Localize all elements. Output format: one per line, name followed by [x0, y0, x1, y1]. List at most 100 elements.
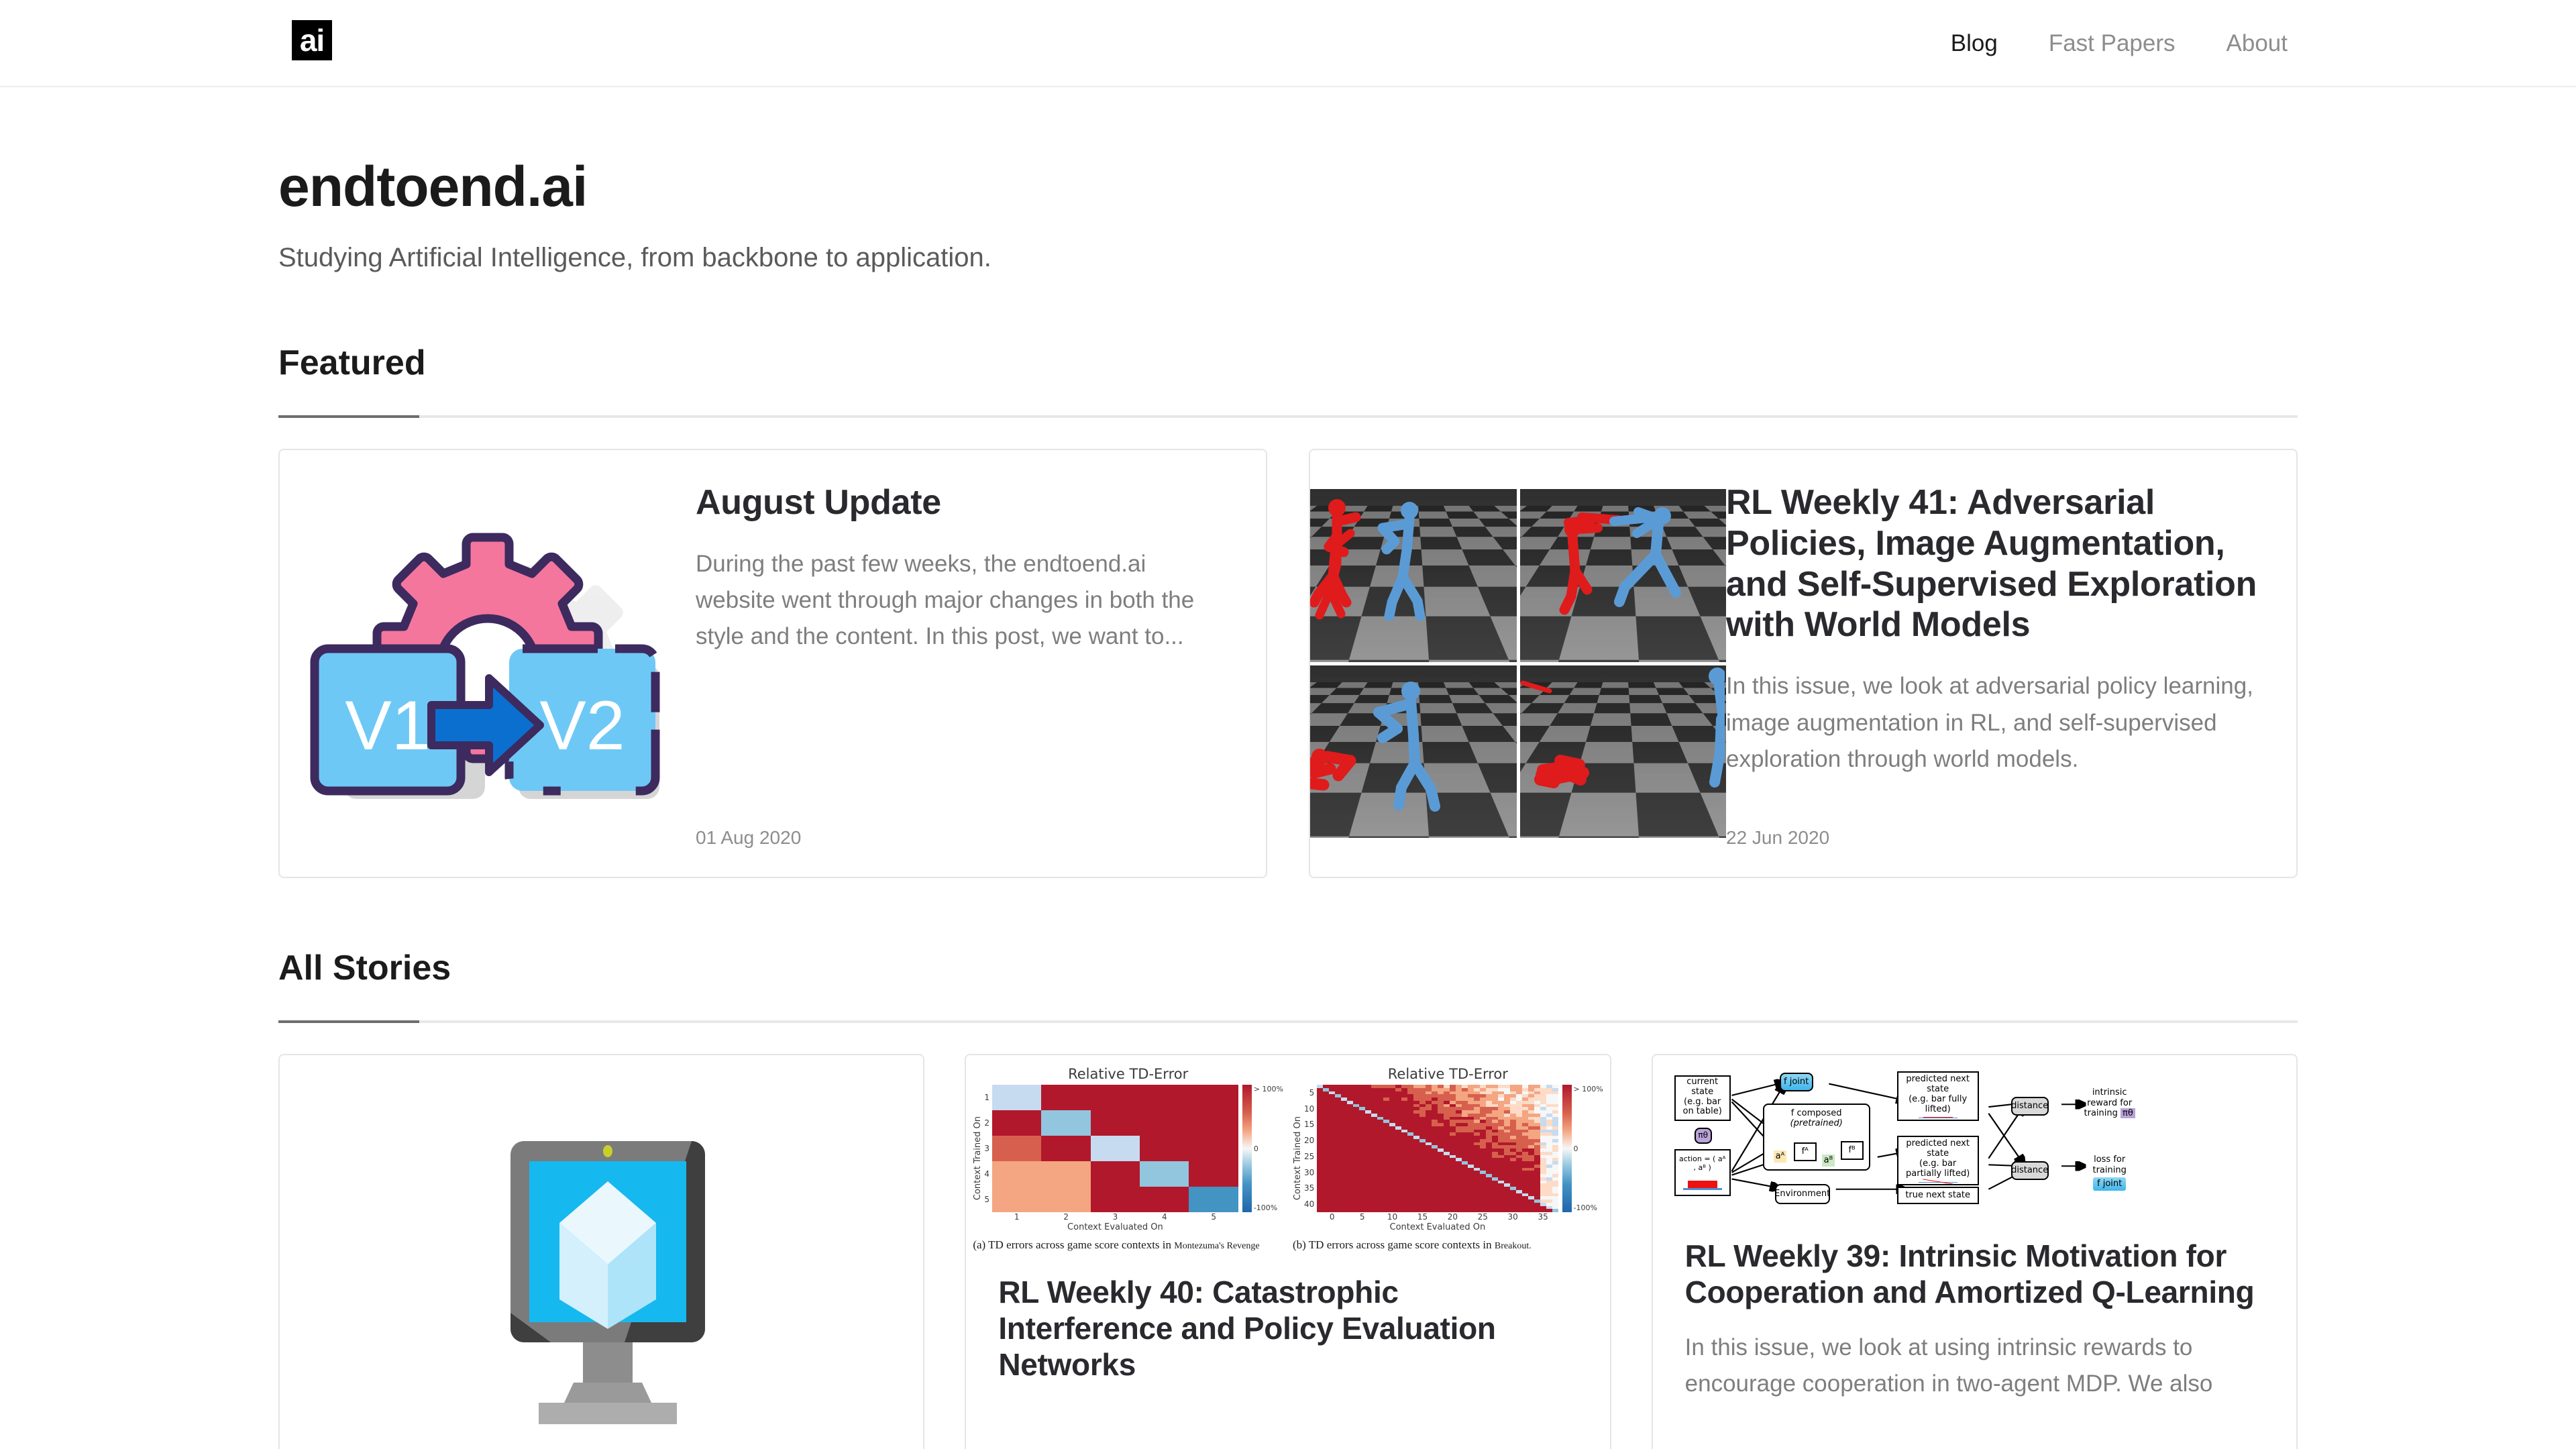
story-card-rl-weekly-39[interactable]: current state (e.g. bar on table) πθ act… [1652, 1054, 2298, 1449]
mujoco-humanoid-adversary-grid [1310, 450, 1726, 877]
card-date: 22 Jun 2020 [1726, 827, 2259, 849]
heatmap-b-yticks: 5 10 15 20 25 30 35 40 [1304, 1085, 1317, 1212]
monitor-icon [414, 1082, 790, 1449]
heatmap-b-ylabel: Context Trained On [1293, 1116, 1303, 1200]
heatmap-cell [992, 1110, 1041, 1136]
heatmap-a-yticks: 1 2 3 4 5 [984, 1085, 992, 1212]
humanoid-red-down-blue-standing [1310, 665, 1515, 839]
heatmap-a-colorbar [1242, 1085, 1252, 1212]
policy-box: πθ [1695, 1128, 1712, 1144]
predicted-next-state-partial-box: predicted next state (e.g. bar partially… [1897, 1136, 1979, 1185]
story-title[interactable]: RL Weekly 40: Catastrophic Interference … [998, 1274, 1577, 1383]
page-container: endtoend.ai Studying Artificial Intellig… [278, 154, 2298, 1449]
story-card-rl-weekly-40[interactable]: Relative TD-Error Context Trained On 1 2… [965, 1054, 1611, 1449]
featured-card-rl-weekly-41[interactable]: RL Weekly 41: Adversarial Policies, Imag… [1309, 449, 2298, 878]
version-to-label: V2 [539, 687, 625, 765]
heatmap-a-ylabel: Context Trained On [973, 1116, 983, 1200]
heatmap-cell [1091, 1085, 1140, 1110]
heatmap-cell [992, 1085, 1041, 1110]
featured-grid: V1 V2 August Update During the past few … [278, 449, 2298, 878]
action-b-label: aᴮ [1822, 1155, 1835, 1167]
nav-link-fast-papers[interactable]: Fast Papers [2049, 30, 2176, 57]
monitor-cube-illustration [280, 1055, 923, 1449]
heatmap-panel-a: Relative TD-Error Context Trained On 1 2… [973, 1066, 1283, 1252]
heatmap-b-colorbar [1562, 1085, 1572, 1212]
heatmap-a-grid [992, 1085, 1238, 1212]
heatmap-cell [1189, 1110, 1238, 1136]
predicted-next-state-full-box: predicted next state (e.g. bar fully lif… [1897, 1071, 1979, 1121]
version-upgrade-gear-illustration: V1 V2 [280, 450, 696, 877]
featured-divider [278, 415, 2298, 418]
f-joint-box: f joint [1780, 1073, 1813, 1091]
heatmap-cell [1189, 1136, 1238, 1161]
true-next-state-box: true next state [1897, 1187, 1979, 1204]
heatmap-b-title: Relative TD-Error [1293, 1066, 1603, 1082]
heatmap-cell [1041, 1085, 1090, 1110]
environment-box: Environment [1775, 1184, 1830, 1204]
td-error-figure: Relative TD-Error Context Trained On 1 2… [966, 1055, 1609, 1252]
action-a-label: aᴬ [1774, 1150, 1787, 1163]
heatmap-a-colorbar-labels: > 100% 0 -100% [1254, 1085, 1283, 1212]
heatmap-b-xlabel: Context Evaluated On [1317, 1222, 1558, 1232]
all-stories-heading: All Stories [278, 948, 2298, 988]
story-card-monitor[interactable] [278, 1054, 924, 1449]
heatmap-cell [1140, 1187, 1189, 1212]
distance-box-1: distance [2011, 1097, 2049, 1116]
heatmap-panel-b: Relative TD-Error Context Trained On 5 1… [1293, 1066, 1603, 1252]
humanoid-red-blue-2 [1520, 489, 1725, 662]
humanoid-red-collapsed-blue-edge [1520, 665, 1725, 839]
heatmap-a-xticks: 1 2 3 4 5 [992, 1212, 1238, 1222]
heatmap-cell [1140, 1085, 1189, 1110]
loss-label: loss for training f joint [2073, 1155, 2147, 1191]
card-excerpt: In this issue, we look at adversarial po… [1726, 668, 2259, 777]
heatmap-cell [1091, 1161, 1140, 1187]
nav-link-about[interactable]: About [2226, 30, 2288, 57]
page-tagline: Studying Artificial Intelligence, from b… [278, 243, 2298, 273]
top-navbar: ai Blog Fast Papers About [0, 0, 2576, 87]
heatmap-b-xticks: 0 5 10 15 20 25 30 35 [1317, 1212, 1558, 1222]
world-model-figure: current state (e.g. bar on table) πθ act… [1662, 1062, 2287, 1216]
version-from-label: V1 [345, 687, 430, 765]
heatmap-cell [1189, 1187, 1238, 1212]
all-stories-divider [278, 1020, 2298, 1023]
heatmap-cell [1041, 1136, 1090, 1161]
heatmap-cell [992, 1161, 1041, 1187]
card-title[interactable]: August Update [696, 482, 1228, 523]
action-box: action = ( aᴬ , aᴮ ) [1674, 1149, 1731, 1196]
mujoco-tile-grid [1310, 489, 1726, 838]
heatmap-cell [1140, 1161, 1189, 1187]
heatmap-cell [1041, 1161, 1090, 1187]
featured-card-body: August Update During the past few weeks,… [696, 450, 1266, 877]
site-logo[interactable]: ai [292, 20, 332, 60]
story-card-body: RL Weekly 39: Intrinsic Motivation for C… [1653, 1216, 2296, 1429]
heatmap-cell [992, 1187, 1041, 1212]
card-title[interactable]: RL Weekly 41: Adversarial Policies, Imag… [1726, 482, 2259, 645]
card-date: 01 Aug 2020 [696, 827, 1228, 849]
f-a-box: fᴬ [1794, 1142, 1817, 1161]
heatmap-cell [1140, 1110, 1189, 1136]
all-stories-grid: Relative TD-Error Context Trained On 1 2… [278, 1054, 2298, 1449]
heatmap-a-caption: (a) TD errors across game score contexts… [973, 1238, 1283, 1252]
heatmap-cell [1140, 1136, 1189, 1161]
td-error-heatmaps: Relative TD-Error Context Trained On 1 2… [966, 1055, 1609, 1252]
heatmap-cell [1091, 1110, 1140, 1136]
heatmap-cell [1091, 1136, 1140, 1161]
nav-link-blog[interactable]: Blog [1951, 30, 1998, 57]
heatmap-cell [1189, 1161, 1238, 1187]
page-title: endtoend.ai [278, 154, 2298, 219]
f-b-box: fᴮ [1841, 1141, 1864, 1160]
heatmap-b-caption: (b) TD errors across game score contexts… [1293, 1238, 1603, 1252]
featured-card-body: RL Weekly 41: Adversarial Policies, Imag… [1726, 450, 2296, 877]
current-state-box: current state (e.g. bar on table) [1674, 1075, 1731, 1121]
heatmap-b-grid [1317, 1085, 1558, 1212]
story-excerpt: In this issue, we look at using intrinsi… [1685, 1330, 2264, 1403]
mujoco-tile-3 [1310, 665, 1517, 839]
humanoid-red-blue-1 [1310, 489, 1515, 662]
story-title[interactable]: RL Weekly 39: Intrinsic Motivation for C… [1685, 1238, 2264, 1311]
world-model-diagram: current state (e.g. bar on table) πθ act… [1653, 1055, 2296, 1216]
heatmap-a-xlabel: Context Evaluated On [992, 1222, 1238, 1232]
intrinsic-reward-label: intrinsic reward for training πθ [2073, 1087, 2147, 1119]
featured-card-august-update[interactable]: V1 V2 August Update During the past few … [278, 449, 1267, 878]
heatmap-cell [1091, 1187, 1140, 1212]
all-stories-section: All Stories Relative TD-Error Context Tr… [278, 948, 2298, 1449]
